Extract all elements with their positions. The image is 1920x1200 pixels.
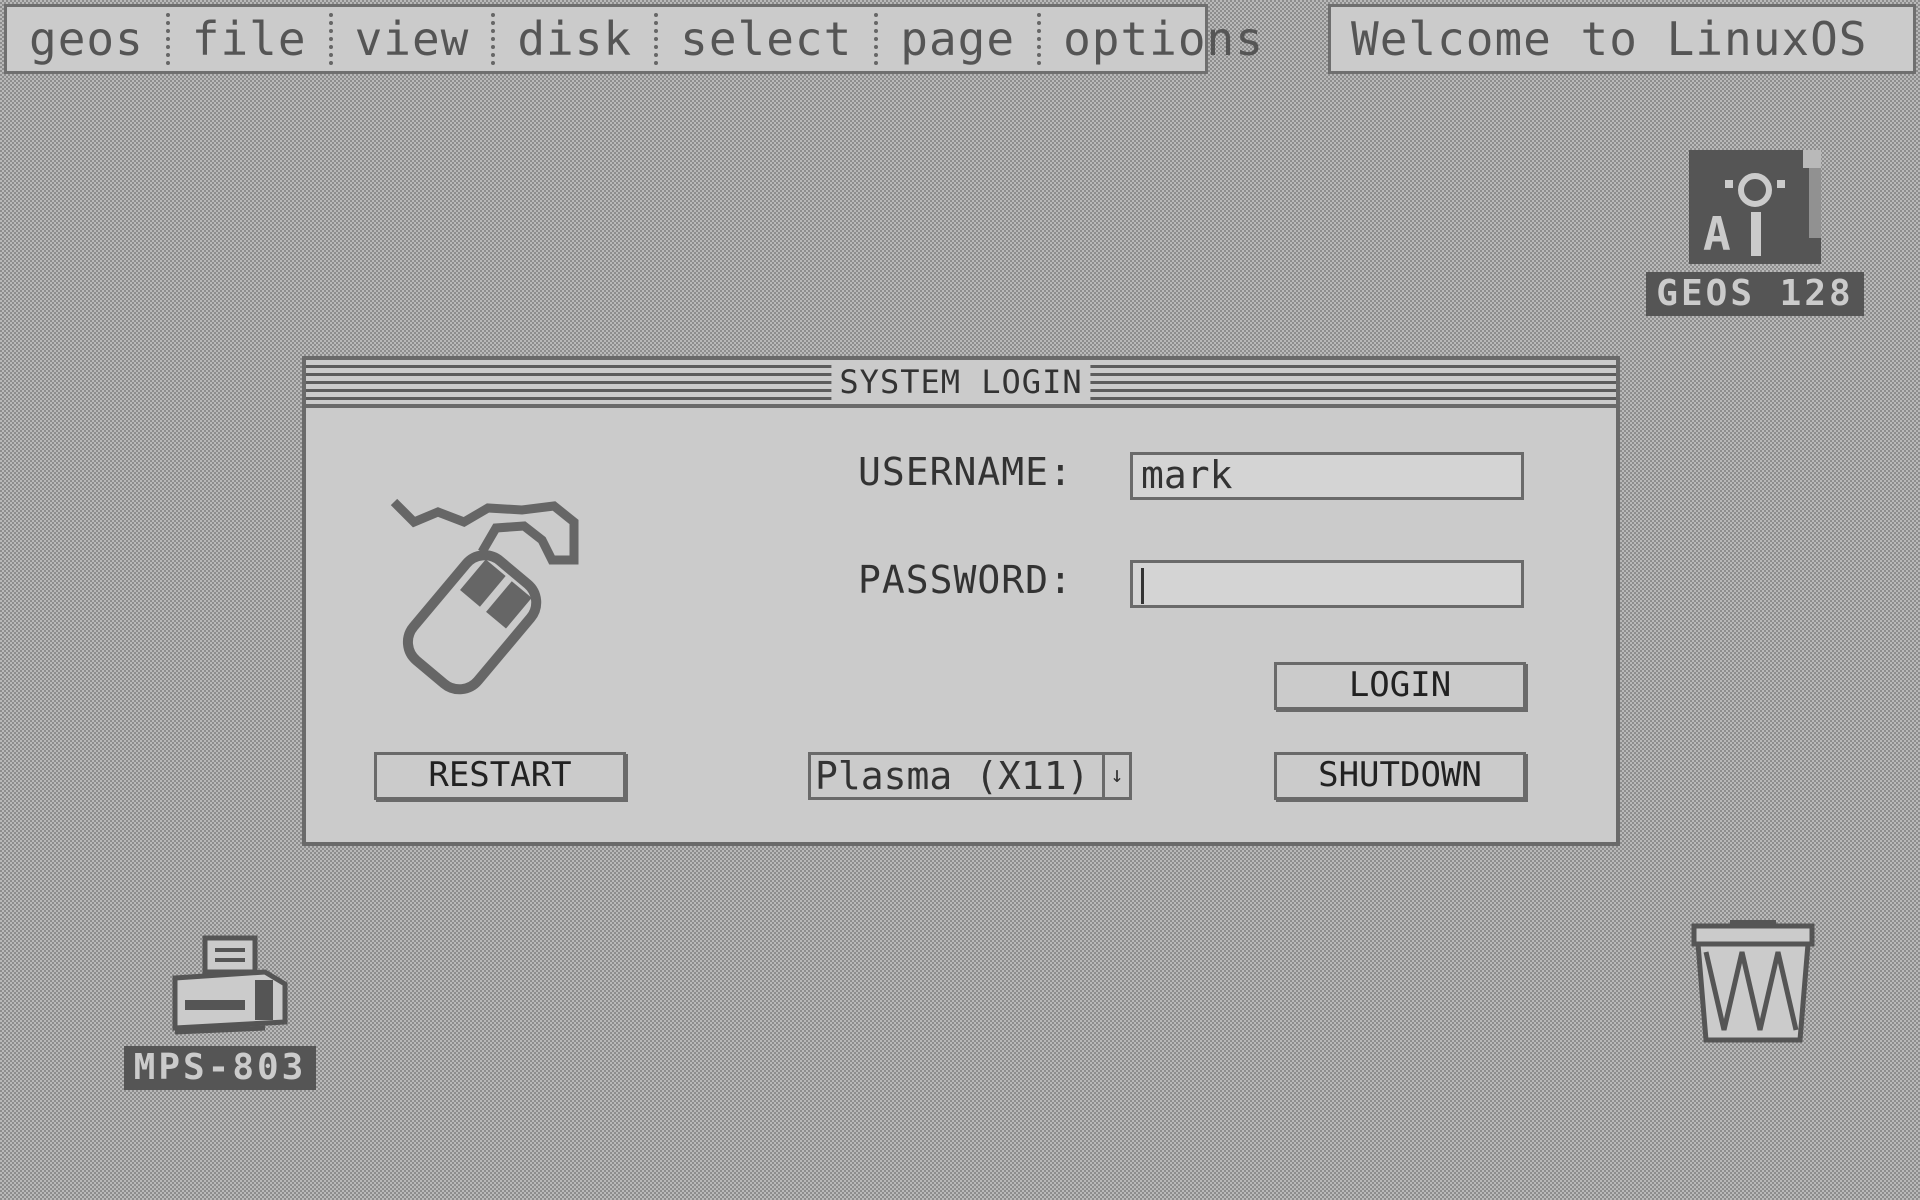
mouse-icon <box>390 498 579 695</box>
trash-icon <box>1691 920 1815 1043</box>
login-dialog: SYSTEM LOGIN USERNAME: mark PASSWORD: LO… <box>302 356 1620 846</box>
dialog-title: SYSTEM LOGIN <box>831 362 1091 402</box>
shutdown-button[interactable]: SHUTDOWN <box>1274 752 1526 800</box>
username-field[interactable]: mark <box>1130 452 1524 500</box>
session-select[interactable]: Plasma (X11) ↓ <box>808 752 1132 800</box>
svg-text:A: A <box>1703 207 1731 261</box>
text-caret <box>1141 567 1144 604</box>
geos-icon-label: GEOS 128 <box>1646 272 1864 316</box>
geos-desktop-icon[interactable]: A GEOS 128 <box>1640 146 1870 316</box>
menu-file[interactable]: file <box>170 13 333 65</box>
trash-desktop-icon[interactable] <box>1680 918 1830 1052</box>
menu-view[interactable]: view <box>333 13 496 65</box>
password-field[interactable] <box>1130 560 1524 608</box>
username-label: USERNAME: <box>858 450 1073 494</box>
menu-page[interactable]: page <box>878 13 1042 65</box>
printer-icon <box>172 935 288 1035</box>
login-button[interactable]: LOGIN <box>1274 662 1526 710</box>
menu-disk[interactable]: disk <box>495 13 659 65</box>
printer-desktop-icon[interactable]: MPS-803 <box>100 932 340 1090</box>
restart-button[interactable]: RESTART <box>374 752 626 800</box>
geos-app-icon: A <box>1689 150 1821 264</box>
welcome-banner: Welcome to LinuxOS <box>1328 4 1916 74</box>
password-label: PASSWORD: <box>858 558 1073 602</box>
printer-icon-label: MPS-803 <box>123 1046 317 1090</box>
menu-select[interactable]: select <box>658 13 879 65</box>
menu-bar: geos file view disk select page options <box>4 4 1263 74</box>
menu-geos[interactable]: geos <box>7 13 170 65</box>
dialog-titlebar[interactable]: SYSTEM LOGIN <box>306 360 1616 408</box>
username-value: mark <box>1141 453 1233 497</box>
arrow-down-icon: ↓ <box>1102 755 1129 797</box>
menu-options[interactable]: options <box>1041 13 1286 65</box>
session-value: Plasma (X11) <box>815 754 1090 798</box>
